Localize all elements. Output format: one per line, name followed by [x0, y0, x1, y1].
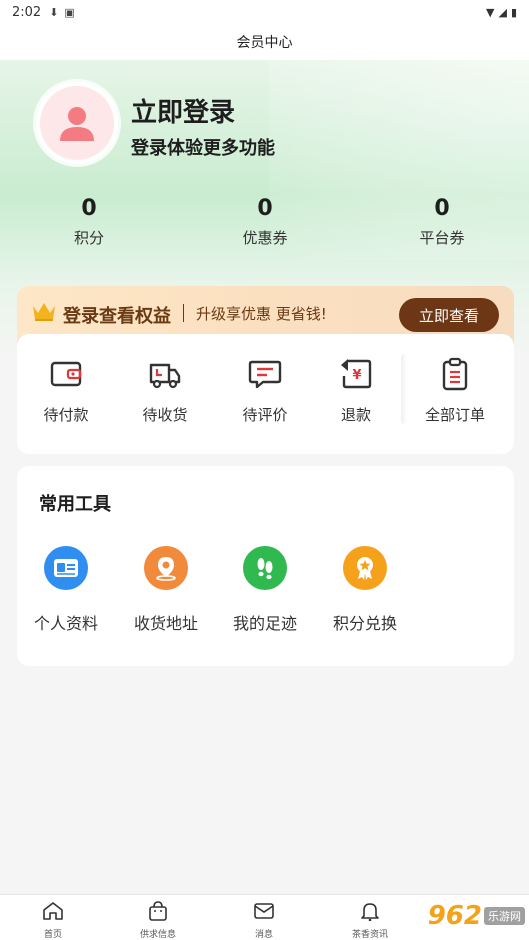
tool-points-exchange[interactable]: 积分兑换: [320, 546, 410, 634]
truck-icon: [149, 363, 181, 389]
stat-value: 0: [81, 196, 97, 221]
order-pending-receipt[interactable]: 待收货: [125, 356, 205, 425]
tool-label: 积分兑换: [332, 614, 397, 633]
order-pending-payment[interactable]: 待付款: [26, 356, 106, 425]
tools-title: 常用工具: [39, 494, 111, 515]
notification-icon: ▣: [64, 5, 75, 19]
order-all[interactable]: 全部订单: [415, 356, 495, 425]
stat-label: 平台券: [419, 229, 465, 247]
watermark-logo: 962 乐游网: [395, 894, 525, 938]
tool-footprints[interactable]: 我的足迹: [220, 546, 310, 634]
clipboard-icon: [442, 357, 468, 391]
wifi-icon: ▼: [486, 5, 495, 19]
signal-icon: ◢: [498, 5, 507, 19]
wallet-icon: [50, 361, 82, 387]
location-icon: [144, 546, 188, 590]
benefit-divider: [183, 304, 184, 322]
order-label: 待付款: [43, 406, 89, 424]
tab-label: 首页: [43, 930, 62, 940]
download-icon: ⬇: [49, 5, 59, 19]
tab-label: 茶香资讯: [351, 930, 388, 940]
login-subtitle: 登录体验更多功能: [131, 138, 275, 159]
watermark-number: 962: [427, 901, 482, 931]
mail-icon: [254, 903, 274, 919]
login-title[interactable]: 立即登录: [131, 92, 235, 129]
comment-icon: [248, 360, 282, 389]
stat-points[interactable]: 0 积分: [29, 196, 149, 248]
avatar[interactable]: [36, 82, 118, 164]
tab-supply-demand[interactable]: 供求信息: [128, 901, 188, 940]
tool-label: 收货地址: [133, 614, 198, 633]
tab-messages[interactable]: 消息: [234, 901, 294, 940]
status-bar: 2:02 ⬇ ▣ ▼ ◢ ▮: [0, 0, 529, 24]
order-label: 退款: [340, 406, 371, 424]
order-label: 待收货: [142, 406, 188, 424]
tab-home[interactable]: 首页: [23, 901, 83, 940]
user-icon: [60, 107, 94, 141]
stat-coupons[interactable]: 0 优惠券: [205, 196, 325, 248]
bag-icon: [149, 901, 167, 921]
order-label: 待评价: [242, 406, 288, 424]
home-icon: [43, 902, 63, 920]
stat-platform-coupons[interactable]: 0 平台券: [382, 196, 502, 248]
tool-label: 个人资料: [33, 614, 98, 633]
bell-icon: [361, 903, 379, 922]
page-title: 会员中心: [236, 35, 293, 51]
view-benefits-button[interactable]: 立即查看: [399, 298, 499, 332]
crown-icon: [33, 303, 55, 321]
tab-label: 供求信息: [139, 930, 176, 940]
tools-card: 常用工具 个人资料 收货地址 我的足迹 积分兑换: [17, 466, 514, 666]
order-pending-review[interactable]: 待评价: [225, 356, 305, 425]
stat-label: 积分: [73, 229, 104, 247]
id-card-icon: [44, 546, 88, 590]
tab-label: 消息: [254, 930, 273, 940]
medal-icon: [343, 546, 387, 590]
benefit-description: 升级享优惠 更省钱!: [196, 305, 327, 323]
tool-label: 我的足迹: [232, 614, 297, 633]
status-time: 2:02: [12, 4, 42, 20]
order-label: 全部订单: [424, 406, 485, 424]
footprint-icon: [243, 546, 287, 590]
tab-tea-news[interactable]: 茶香资讯: [340, 901, 400, 940]
stat-label: 优惠券: [242, 229, 288, 247]
svg-text:¥: ¥: [352, 368, 361, 383]
watermark-text: 乐游网: [484, 907, 525, 925]
tool-profile[interactable]: 个人资料: [21, 546, 111, 634]
battery-icon: ▮: [510, 5, 517, 19]
scroll-divider: [401, 354, 407, 424]
stat-value: 0: [257, 196, 273, 221]
order-refund[interactable]: ¥ 退款: [316, 356, 396, 425]
benefit-title: 登录查看权益: [63, 306, 171, 327]
stat-value: 0: [434, 196, 450, 221]
title-bar: 会员中心: [0, 24, 529, 60]
tool-address[interactable]: 收货地址: [121, 546, 211, 634]
orders-card: 待付款 待收货 待评价 ¥ 退款 全部订单: [17, 334, 514, 454]
refund-icon: ¥: [341, 359, 372, 389]
